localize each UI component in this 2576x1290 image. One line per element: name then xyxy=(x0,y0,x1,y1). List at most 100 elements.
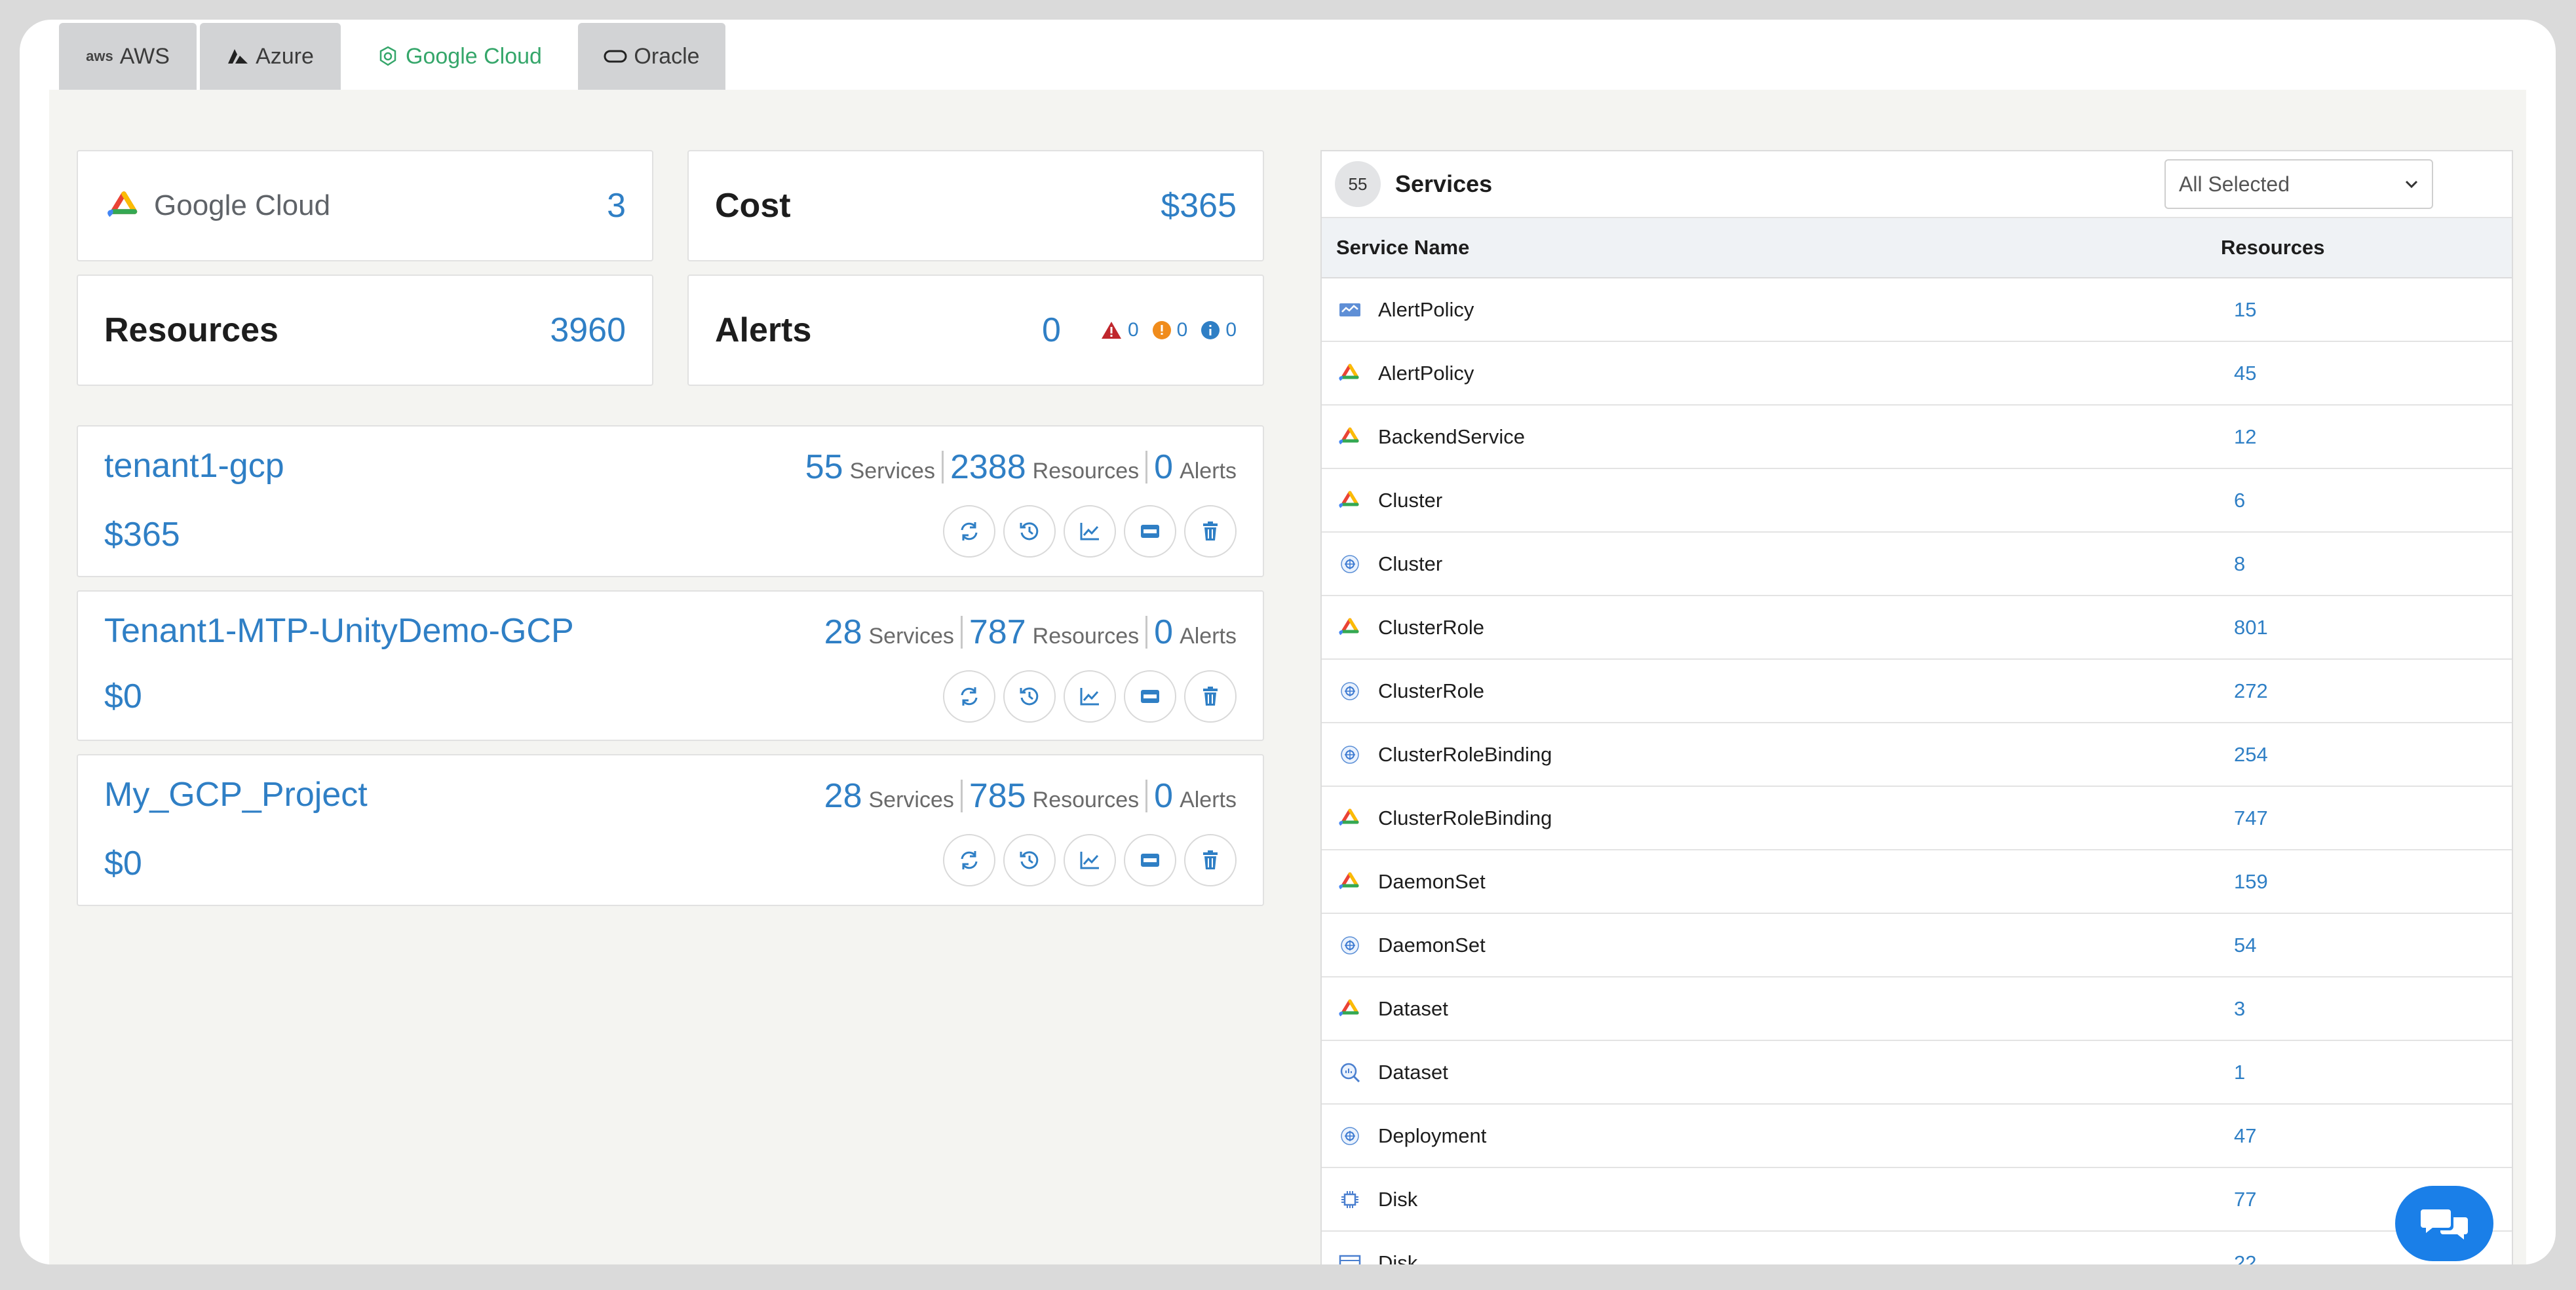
cost-card[interactable]: Cost $365 xyxy=(687,150,1264,261)
server-icon xyxy=(1141,525,1159,538)
resources-label: Resources xyxy=(104,311,279,349)
trend-button[interactable] xyxy=(1064,834,1116,886)
refresh-icon xyxy=(961,851,978,869)
services-count-badge: 55 xyxy=(1335,161,1381,207)
server-icon xyxy=(1141,854,1159,867)
table-row[interactable]: Deployment 47 xyxy=(1322,1105,2512,1168)
chat-button[interactable] xyxy=(2395,1186,2493,1261)
monitoring-icon xyxy=(1336,296,1364,324)
provider-card[interactable]: Google Cloud 3 xyxy=(77,150,653,261)
line-chart-icon xyxy=(1080,523,1099,541)
gcp-cloud-icon xyxy=(1336,360,1364,387)
warning-triangle-icon xyxy=(1101,322,1121,339)
table-row[interactable]: BackendService 12 xyxy=(1322,406,2512,469)
oracle-icon xyxy=(604,49,627,64)
gcp-cloud-icon xyxy=(1336,995,1364,1023)
server-button[interactable] xyxy=(1124,834,1176,886)
trend-button[interactable] xyxy=(1064,505,1116,558)
cost-value: $365 xyxy=(1161,187,1237,225)
refresh-icon xyxy=(961,522,978,541)
trash-icon xyxy=(1203,850,1218,869)
alerts-summary: 0 0 0 0 xyxy=(1042,311,1237,350)
tenant-cost: $0 xyxy=(104,677,142,715)
cost-label: Cost xyxy=(715,187,791,225)
delete-button[interactable] xyxy=(1184,834,1237,886)
tenant-card[interactable]: tenant1-gcp $365 55 Services 2388 Resource… xyxy=(77,425,1264,577)
refresh-icon xyxy=(961,687,978,706)
refresh-button[interactable] xyxy=(943,670,995,723)
refresh-button[interactable] xyxy=(943,834,995,886)
tab-aws[interactable]: aws AWS xyxy=(59,23,197,90)
azure-icon xyxy=(227,48,249,65)
trend-button[interactable] xyxy=(1064,670,1116,723)
tenant-stats: 28 Services 787 Resources 0 Alerts xyxy=(824,613,1237,651)
services-table-header: Service Name Resources xyxy=(1322,218,2512,278)
col-service-name[interactable]: Service Name xyxy=(1336,236,2221,259)
resources-card[interactable]: Resources 3960 xyxy=(77,275,653,386)
gcp-cloud-icon xyxy=(104,190,144,221)
table-row[interactable]: ClusterRoleBinding 747 xyxy=(1322,787,2512,850)
tenant-card[interactable]: Tenant1-MTP-UnityDemo-GCP $0 28 Services … xyxy=(77,590,1264,741)
table-row[interactable]: ClusterRoleBinding 254 xyxy=(1322,723,2512,787)
tenant-actions xyxy=(935,834,1237,886)
table-row[interactable]: Cluster 8 xyxy=(1322,533,2512,596)
table-row[interactable]: DaemonSet 54 xyxy=(1322,914,2512,977)
table-row[interactable]: Cluster 6 xyxy=(1322,469,2512,533)
refresh-button[interactable] xyxy=(943,505,995,558)
server-button[interactable] xyxy=(1124,670,1176,723)
history-button[interactable] xyxy=(1003,670,1056,723)
tenant-name[interactable]: My_GCP_Project xyxy=(104,775,368,814)
table-row[interactable]: Dataset 1 xyxy=(1322,1041,2512,1105)
alerts-card[interactable]: Alerts 0 0 0 0 xyxy=(687,275,1264,386)
tenant-name[interactable]: tenant1-gcp xyxy=(104,446,284,485)
history-button[interactable] xyxy=(1003,834,1056,886)
line-chart-icon xyxy=(1080,688,1099,706)
kubernetes-icon xyxy=(1336,1122,1364,1150)
exclamation-circle-icon xyxy=(1152,321,1171,339)
gcp-cloud-icon xyxy=(1336,805,1364,832)
table-row[interactable]: Disk 22 xyxy=(1322,1232,2512,1264)
kubernetes-icon xyxy=(1336,741,1364,768)
gcp-cloud-icon xyxy=(1336,614,1364,641)
tenant-card[interactable]: My_GCP_Project $0 28 Services 785 Resource… xyxy=(77,754,1264,906)
tab-label: AWS xyxy=(119,43,170,69)
table-row[interactable]: DaemonSet 159 xyxy=(1322,850,2512,914)
tenant-cost: $0 xyxy=(104,844,142,882)
gcp-cloud-icon xyxy=(1336,487,1364,514)
info-circle-icon xyxy=(1201,321,1220,339)
chevron-down-icon xyxy=(2405,180,2418,189)
google-cloud-dashboard: Google Cloud 3 Cost $365 Resources 3960 … xyxy=(49,90,2526,1264)
tab-label: Google Cloud xyxy=(406,43,542,69)
bigquery-icon xyxy=(1336,1059,1364,1086)
services-title: Services xyxy=(1395,170,1493,197)
aws-icon: aws xyxy=(86,48,113,64)
table-row[interactable]: ClusterRole 272 xyxy=(1322,660,2512,723)
server-icon xyxy=(1141,690,1159,703)
tab-azure[interactable]: Azure xyxy=(200,23,341,90)
table-row[interactable]: Disk 77 xyxy=(1322,1168,2512,1232)
history-icon xyxy=(1020,522,1039,541)
services-header: 55 Services All Selected xyxy=(1322,151,2512,218)
tenant-name[interactable]: Tenant1-MTP-UnityDemo-GCP xyxy=(104,611,574,651)
tenant-stats: 28 Services 785 Resources 0 Alerts xyxy=(824,777,1237,815)
table-row[interactable]: Dataset 3 xyxy=(1322,977,2512,1041)
table-row[interactable]: ClusterRole 801 xyxy=(1322,596,2512,660)
services-filter-select[interactable]: All Selected xyxy=(2164,159,2433,209)
history-button[interactable] xyxy=(1003,505,1056,558)
app-frame: aws AWS Azure Google Cloud Oracle Google… xyxy=(20,20,2556,1264)
alerts-label: Alerts xyxy=(715,311,812,349)
tenant-actions xyxy=(935,670,1237,723)
history-icon xyxy=(1020,687,1039,706)
compute-chip-icon xyxy=(1336,1186,1364,1213)
history-icon xyxy=(1020,851,1039,869)
tab-oracle[interactable]: Oracle xyxy=(578,23,725,90)
col-resources[interactable]: Resources xyxy=(2221,236,2325,259)
table-row[interactable]: AlertPolicy 45 xyxy=(1322,342,2512,406)
tab-google-cloud[interactable]: Google Cloud xyxy=(344,23,575,90)
server-button[interactable] xyxy=(1124,505,1176,558)
delete-button[interactable] xyxy=(1184,505,1237,558)
delete-button[interactable] xyxy=(1184,670,1237,723)
provider-name: Google Cloud xyxy=(154,189,331,221)
table-row[interactable]: AlertPolicy 15 xyxy=(1322,278,2512,342)
tenant-stats: 55 Services 2388 Resources 0 Alerts xyxy=(805,448,1237,486)
